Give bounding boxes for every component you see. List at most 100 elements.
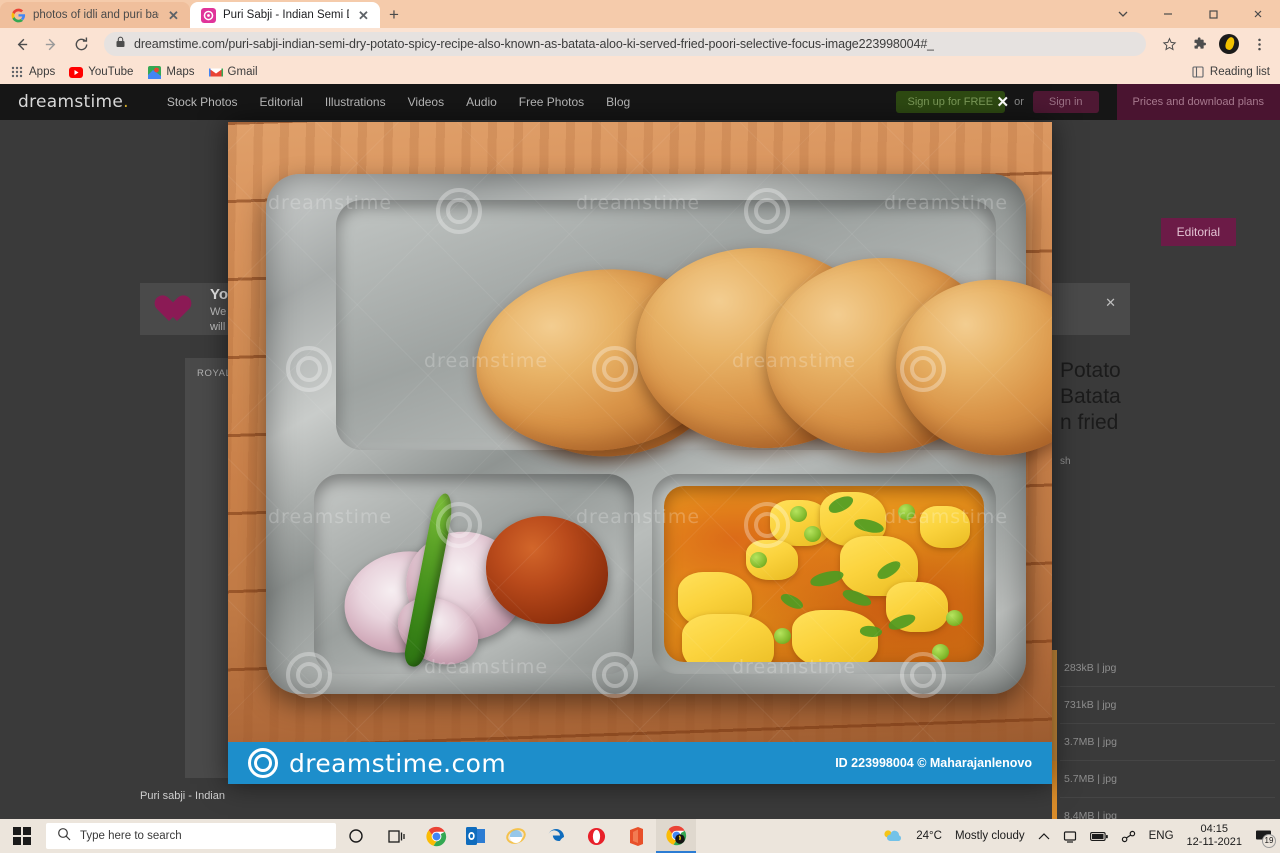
forward-button[interactable]: [38, 31, 64, 57]
back-button[interactable]: [8, 31, 34, 57]
bookmark-youtube-label: YouTube: [88, 66, 134, 78]
network-icon[interactable]: [1121, 830, 1136, 843]
watermark-footer-bar: dreamstime.com ID 223998004 © Maharajanl…: [228, 742, 1052, 784]
clock[interactable]: 04:15 12-11-2021: [1187, 823, 1242, 849]
chevron-up-icon[interactable]: [1038, 832, 1050, 841]
favorites-banner-close-icon[interactable]: ✕: [1105, 295, 1116, 311]
file-size-row-0[interactable]: 283kB | jpg: [1060, 650, 1275, 687]
file-size-row-4[interactable]: 8.4MB | jpg: [1060, 798, 1275, 819]
site-nav-illustrations[interactable]: Illustrations: [325, 95, 386, 109]
bookmark-youtube[interactable]: YouTube: [69, 65, 133, 79]
file-size-row-2[interactable]: 3.7MB | jpg: [1060, 724, 1275, 761]
site-nav-videos[interactable]: Videos: [408, 95, 444, 109]
new-tab-button[interactable]: +: [380, 2, 408, 28]
browser-tab-2-close-icon[interactable]: ✕: [356, 8, 371, 23]
browser-tab-strip: photos of idli and puri bagi - Go ✕ Puri…: [0, 0, 1280, 28]
watermark-swirl-10: [900, 652, 946, 698]
tray-compartment-curry: [652, 474, 996, 674]
green-pea-1: [790, 506, 807, 522]
minimize-button[interactable]: [1145, 0, 1190, 28]
chrome-active-icon[interactable]: [656, 819, 696, 853]
address-bar[interactable]: dreamstime.com/puri-sabji-indian-semi-dr…: [104, 32, 1146, 56]
bookmark-apps[interactable]: Apps: [10, 65, 55, 79]
product-image-lightbox[interactable]: dreamstime dreamstime dreamstime dreamst…: [228, 122, 1052, 784]
youtube-icon: [69, 65, 84, 79]
star-icon[interactable]: [1156, 31, 1182, 57]
reading-list-button[interactable]: Reading list: [1191, 65, 1270, 79]
address-bar-url: dreamstime.com/puri-sabji-indian-semi-dr…: [134, 37, 935, 51]
search-icon: [57, 827, 71, 846]
swatch-4: [1052, 798, 1057, 819]
windows-start-icon[interactable]: [0, 819, 44, 853]
reload-button[interactable]: [68, 31, 94, 57]
swatch-3: [1052, 761, 1057, 798]
bookmark-gmail[interactable]: Gmail: [208, 65, 258, 79]
tray-compartment-sides: [314, 474, 634, 678]
product-caption: Puri sabji - Indian: [140, 790, 225, 802]
site-nav-editorial[interactable]: Editorial: [260, 95, 303, 109]
bookmark-maps-label: Maps: [166, 66, 195, 78]
sign-in-button[interactable]: Sign in: [1032, 91, 1099, 113]
watermark-swirl-2: [744, 188, 790, 234]
battery-icon[interactable]: [1089, 831, 1108, 842]
prices-and-plans-button[interactable]: Prices and download plans: [1116, 84, 1280, 120]
editorial-badge[interactable]: Editorial: [1160, 218, 1236, 246]
browser-tab-1-close-icon[interactable]: ✕: [166, 8, 181, 23]
weather-temperature[interactable]: 24°C: [916, 830, 942, 842]
watermark-text-3: dreamstime: [884, 192, 1009, 214]
site-nav-free-photos[interactable]: Free Photos: [519, 95, 584, 109]
watermark-text-5: dreamstime: [732, 350, 857, 372]
windows-taskbar: Type here to search 24°C Mostly cloudy E…: [0, 819, 1280, 853]
gmail-icon: [208, 65, 223, 79]
tab-search-icon[interactable]: [1100, 0, 1145, 28]
extensions-icon[interactable]: [1186, 31, 1212, 57]
edge-icon[interactable]: [536, 819, 576, 853]
browser-tab-1[interactable]: photos of idli and puri bagi - Go ✕: [0, 2, 190, 28]
maximize-button[interactable]: [1190, 0, 1235, 28]
watermark-text-1: dreamstime: [268, 192, 393, 214]
menu-icon[interactable]: [1246, 31, 1272, 57]
notification-icon[interactable]: 19: [1255, 829, 1276, 848]
site-nav-stock-photos[interactable]: Stock Photos: [167, 95, 238, 109]
display-icon[interactable]: [1063, 830, 1077, 843]
bookmark-maps[interactable]: Maps: [147, 65, 195, 79]
product-title-line-2: Batata: [1060, 385, 1121, 408]
file-size-row-1[interactable]: 731kB | jpg: [1060, 687, 1275, 724]
product-photo[interactable]: dreamstime dreamstime dreamstime dreamst…: [228, 122, 1052, 742]
site-logo[interactable]: dreamstime.: [0, 92, 129, 112]
watermark-text-2: dreamstime: [576, 192, 701, 214]
browser-tab-2[interactable]: Puri Sabji - Indian Semi Dry Potat ✕: [190, 2, 380, 28]
browser-tab-2-title: Puri Sabji - Indian Semi Dry Potat: [223, 9, 349, 21]
weather-condition[interactable]: Mostly cloudy: [955, 830, 1025, 842]
profile-avatar[interactable]: [1219, 34, 1239, 54]
chrome-icon[interactable]: [416, 819, 456, 853]
site-nav-audio[interactable]: Audio: [466, 95, 497, 109]
site-nav-blog[interactable]: Blog: [606, 95, 630, 109]
language-indicator[interactable]: ENG: [1149, 830, 1174, 842]
green-pea-5: [946, 610, 963, 626]
opera-icon[interactable]: [576, 819, 616, 853]
outlook-icon[interactable]: [456, 819, 496, 853]
site-logo-dot: .: [123, 92, 129, 112]
steel-thali-tray: [266, 174, 1052, 694]
sign-up-label: Sign up for FREE: [907, 96, 994, 108]
internet-explorer-icon[interactable]: [496, 819, 536, 853]
tray-compartment-puris: [336, 200, 1052, 476]
file-size-row-3[interactable]: 5.7MB | jpg: [1060, 761, 1275, 798]
sign-up-close-icon[interactable]: ✕: [997, 93, 1010, 111]
heart-icon: [162, 296, 192, 323]
google-icon: [11, 8, 26, 23]
task-view-icon[interactable]: [376, 819, 416, 853]
sign-up-button[interactable]: Sign up for FREE ✕: [895, 91, 1009, 113]
file-size-text-2: 3.7MB | jpg: [1064, 736, 1117, 748]
watermark-text-4: dreamstime: [424, 350, 549, 372]
taskbar-search-input[interactable]: Type here to search: [46, 823, 336, 849]
site-nav-actions: Sign up for FREE ✕ or Sign in Prices and…: [895, 84, 1280, 120]
watermark-swirl-7: [744, 502, 790, 548]
cortana-icon[interactable]: [336, 819, 376, 853]
coriander-3: [809, 568, 845, 589]
office-icon[interactable]: [616, 819, 656, 853]
bookmark-apps-label: Apps: [29, 66, 56, 78]
screen: photos of idli and puri bagi - Go ✕ Puri…: [0, 0, 1280, 853]
close-button[interactable]: [1235, 0, 1280, 28]
